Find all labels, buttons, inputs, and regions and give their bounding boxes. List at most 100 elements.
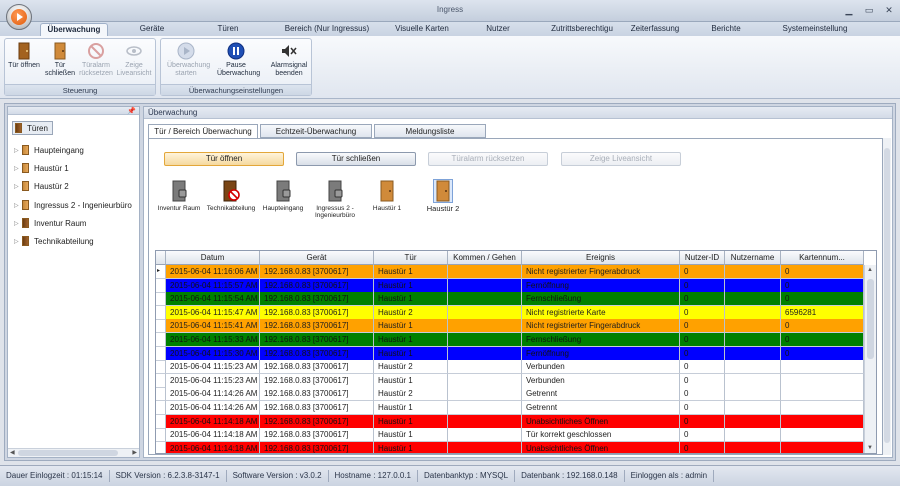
table-row[interactable]: 2015-06-04 11:14:26 AM 192.168.0.83 [3700… <box>156 387 864 402</box>
scroll-up-icon[interactable]: ▲ <box>867 267 873 273</box>
column-tuer[interactable]: Tür <box>374 251 448 265</box>
stop-alarm-button[interactable]: Alarmsignal beenden <box>267 41 311 85</box>
app-menu-button[interactable] <box>6 4 32 30</box>
cell-kommen-gehen <box>448 333 522 347</box>
row-selector[interactable] <box>156 278 166 293</box>
tab-nutzer[interactable]: Nutzer <box>475 23 521 36</box>
table-row[interactable]: 2015-06-04 11:14:18 AM 192.168.0.83 [3700… <box>156 441 864 453</box>
table-row[interactable]: 2015-06-04 11:14:26 AM 192.168.0.83 [3700… <box>156 401 864 415</box>
expand-icon[interactable]: ▷ <box>14 165 22 172</box>
door-tile-ingressus-2[interactable]: Ingressus 2 - Ingenieurbüro <box>305 180 365 219</box>
table-row[interactable]: 2015-06-04 11:15:54 AM 192.168.0.83 [3700… <box>156 292 864 307</box>
open-door-button[interactable]: Tür öffnen <box>5 41 43 85</box>
tree-item-haupteingang[interactable]: ▷ Haupteingang <box>14 144 84 156</box>
close-door-button[interactable]: Tür schließen <box>41 41 79 85</box>
start-monitoring-button[interactable]: Überwachung starten <box>167 41 210 85</box>
row-selector[interactable] <box>156 319 166 334</box>
tab-bereich[interactable]: Bereich (Nur Ingressus) <box>277 23 377 36</box>
row-selector[interactable] <box>156 346 166 361</box>
table-row[interactable]: 2015-06-04 11:15:30 AM 192.168.0.83 [3700… <box>156 346 864 361</box>
scrollbar-thumb[interactable] <box>867 279 874 359</box>
tree-item-technikabteilung[interactable]: ▷ Technikabteilung <box>14 235 94 247</box>
tab-zutrittsberechtigung[interactable]: Zutrittsberechtigu <box>548 23 616 36</box>
row-selector[interactable] <box>156 401 166 415</box>
table-row[interactable]: 2015-06-04 11:15:57 AM 192.168.0.83 [3700… <box>156 278 864 293</box>
table-row[interactable]: 2015-06-04 11:15:41 AM 192.168.0.83 [3700… <box>156 319 864 334</box>
table-row[interactable]: ▸ 2015-06-04 11:16:06 AM 192.168.0.83 [370… <box>156 265 864 279</box>
tab-geraete[interactable]: Geräte <box>126 23 178 36</box>
tree-horizontal-scrollbar[interactable]: ◀ ▶ <box>8 448 139 457</box>
cell-nutzername <box>725 414 781 429</box>
row-selector[interactable] <box>156 292 166 307</box>
tab-visuelle-karten[interactable]: Visuelle Karten <box>390 23 454 36</box>
cell-kartennummer: 6596281 <box>781 305 864 320</box>
row-selector[interactable] <box>156 360 166 375</box>
column-kartennummer[interactable]: Kartennum... <box>781 251 864 265</box>
expand-icon[interactable]: ▷ <box>14 220 22 227</box>
close-door-action-button[interactable]: Tür schließen <box>296 152 416 166</box>
open-door-action-button[interactable]: Tür öffnen <box>164 152 284 166</box>
close-icon[interactable]: ✕ <box>884 5 894 16</box>
maximize-icon[interactable]: ▭ <box>864 5 874 16</box>
row-selector[interactable]: ▸ <box>156 265 166 279</box>
tree-item-inventur-raum[interactable]: ▷ Inventur Raum <box>14 217 86 229</box>
minimize-icon[interactable]: ▁ <box>844 5 854 16</box>
tab-meldungsliste[interactable]: Meldungsliste <box>374 124 486 138</box>
row-selector[interactable] <box>156 387 166 402</box>
reset-alarm-action-button[interactable]: Türalarm rücksetzen <box>428 152 548 166</box>
table-row[interactable]: 2015-06-04 11:14:18 AM 192.168.0.83 [3700… <box>156 428 864 443</box>
column-nutzername[interactable]: Nutzername <box>725 251 781 265</box>
door-tile-technikabteilung[interactable]: Technikabteilung <box>201 180 261 212</box>
grid-vertical-scrollbar[interactable]: ▲ ▼ <box>864 265 876 453</box>
row-selector[interactable] <box>156 373 166 388</box>
tree-item-haustuer-1[interactable]: ▷ Haustür 1 <box>14 162 69 174</box>
door-tile-haustuer-2[interactable]: Haustür 2 <box>413 179 473 212</box>
expand-icon[interactable]: ▷ <box>14 238 22 245</box>
door-tile-haustuer-1[interactable]: Haustür 1 <box>357 180 417 212</box>
expand-icon[interactable]: ▷ <box>14 183 22 190</box>
table-row[interactable]: 2015-06-04 11:15:33 AM 192.168.0.83 [3700… <box>156 333 864 347</box>
pause-monitoring-button[interactable]: Pause Überwachung <box>217 41 260 85</box>
row-selector[interactable] <box>156 428 166 443</box>
scroll-left-icon[interactable]: ◀ <box>10 449 15 456</box>
tab-berichte[interactable]: Berichte <box>703 23 749 36</box>
door-tile-haupteingang[interactable]: Haupteingang <box>253 180 313 212</box>
column-datum[interactable]: Datum <box>166 251 260 265</box>
expand-icon[interactable]: ▷ <box>14 202 22 209</box>
scroll-down-icon[interactable]: ▼ <box>867 445 873 451</box>
live-view-action-button[interactable]: Zeige Liveansicht <box>561 152 681 166</box>
tab-tuer-bereich[interactable]: Tür / Bereich Überwachung <box>148 124 258 139</box>
cell-nutzer-id: 0 <box>680 373 725 388</box>
tab-tueren[interactable]: Türen <box>202 23 254 36</box>
tree-root-tueren[interactable]: Türen <box>12 121 53 135</box>
reset-alarm-button[interactable]: Türalarm rücksetzen <box>77 41 115 85</box>
tab-ueberwachung[interactable]: Überwachung <box>40 23 108 36</box>
table-row[interactable]: 2015-06-04 11:15:47 AM 192.168.0.83 [3700… <box>156 305 864 320</box>
row-selector[interactable] <box>156 414 166 429</box>
table-row[interactable]: 2015-06-04 11:14:18 AM 192.168.0.83 [3700… <box>156 414 864 429</box>
row-selector[interactable] <box>156 333 166 347</box>
tab-zeiterfassung[interactable]: Zeiterfassung <box>624 23 686 36</box>
row-selector[interactable] <box>156 305 166 320</box>
door-tile-inventur-raum[interactable]: Inventur Raum <box>149 180 209 212</box>
scroll-right-icon[interactable]: ▶ <box>132 449 137 456</box>
tab-systemeinstellung[interactable]: Systemeinstellung <box>780 23 850 36</box>
table-row[interactable]: 2015-06-04 11:15:23 AM 192.168.0.83 [3700… <box>156 373 864 388</box>
expand-icon[interactable]: ▷ <box>14 147 22 154</box>
cell-tuer: Haustür 1 <box>374 292 448 307</box>
panel-vertical-scrollbar[interactable] <box>883 138 891 455</box>
pin-icon[interactable]: 📌 <box>127 107 136 115</box>
tree-item-ingressus-2[interactable]: ▷ Ingressus 2 - Ingenieurbüro <box>14 199 132 211</box>
live-view-button[interactable]: Zeige Liveansicht <box>115 41 153 85</box>
column-nutzer-id[interactable]: Nutzer-ID <box>680 251 725 265</box>
scrollbar-thumb[interactable] <box>884 148 890 443</box>
tree-item-haustuer-2[interactable]: ▷ Haustür 2 <box>14 180 69 192</box>
column-ereignis[interactable]: Ereignis <box>522 251 680 265</box>
tab-echtzeit[interactable]: Echtzeit-Überwachung <box>260 124 372 138</box>
table-row[interactable]: 2015-06-04 11:15:23 AM 192.168.0.83 [3700… <box>156 360 864 375</box>
cell-geraet: 192.168.0.83 [3700617] <box>260 346 374 361</box>
column-kommen-gehen[interactable]: Kommen / Gehen <box>448 251 522 265</box>
column-geraet[interactable]: Gerät <box>260 251 374 265</box>
row-selector[interactable] <box>156 441 166 453</box>
scrollbar-thumb[interactable] <box>18 450 118 456</box>
